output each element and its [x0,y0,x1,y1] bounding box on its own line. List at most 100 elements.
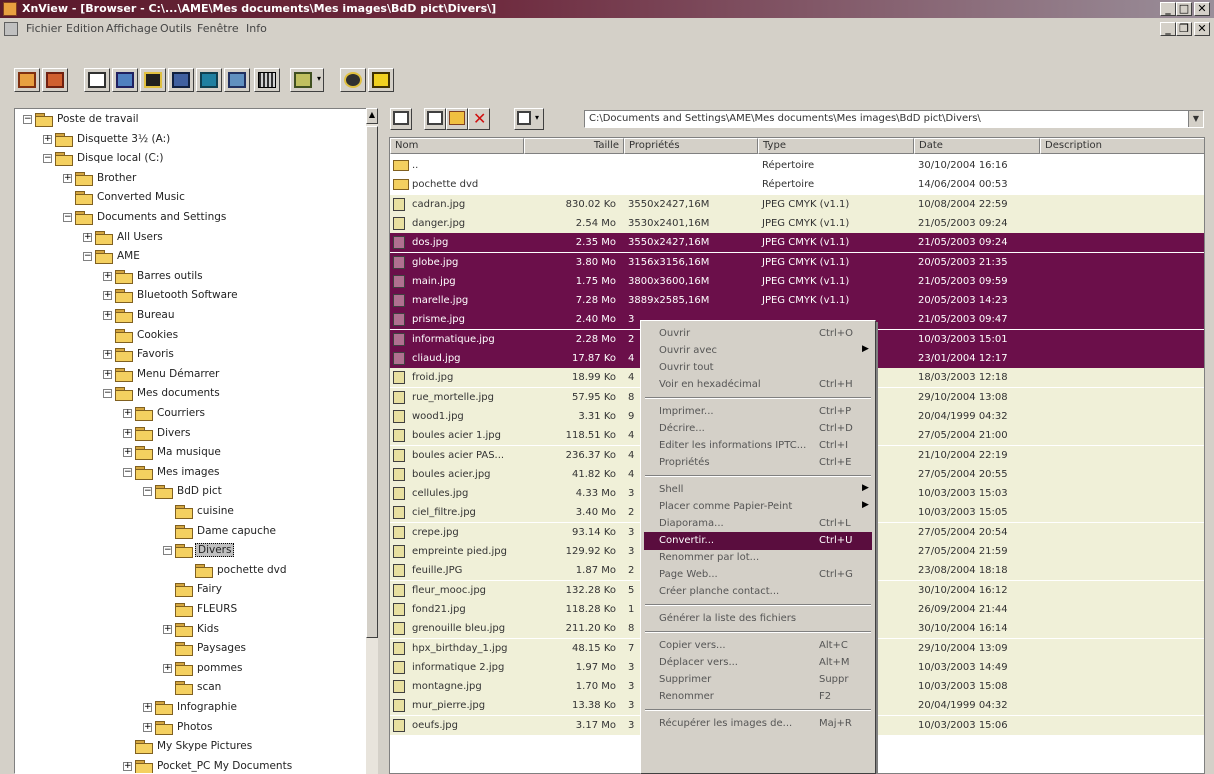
tree-scrollbar[interactable]: ▲ [366,108,378,774]
expand-icon[interactable]: + [123,761,132,771]
collapse-icon[interactable]: − [103,389,112,399]
expand-icon[interactable]: + [103,271,112,281]
maximize-button[interactable]: □ [1176,2,1192,16]
context-menu-item[interactable]: Voir en hexadécimal Ctrl+H [644,376,872,394]
column-name[interactable]: Nom [390,138,524,154]
refresh-button[interactable] [424,108,446,130]
file-row[interactable]: danger.jpg 2.54 Mo 3530x2401,16M JPEG CMYK … [390,213,1204,233]
context-menu-item[interactable]: Imprimer... Ctrl+P [644,403,872,421]
tree-item[interactable]: + Brother [15,170,365,188]
tree-item[interactable]: + Bureau [15,307,365,325]
file-row[interactable]: main.jpg 1.75 Mo 3800x3600,16M JPEG CMYK (v… [390,271,1204,291]
path-combobox[interactable]: C:\Documents and Settings\AME\Mes docume… [584,110,1204,128]
context-menu-item[interactable]: Générer la liste des fichiers [644,610,872,628]
context-menu-item[interactable]: Ouvrir tout [644,359,872,377]
tree-item[interactable]: − Divers [15,542,365,560]
menu-info[interactable]: Info [246,22,267,35]
expand-icon[interactable]: + [123,409,132,418]
context-menu-item[interactable]: Ouvrir Ctrl+O [644,325,872,343]
tree-item[interactable]: + Bluetooth Software [15,287,365,305]
expand-icon[interactable]: + [103,350,112,360]
collapse-icon[interactable]: − [163,546,172,556]
list-scrollbar[interactable] [1205,137,1214,774]
context-menu-item[interactable]: Récupérer les images de... Maj+R [644,715,872,733]
tree-item[interactable]: + Barres outils [15,268,365,286]
child-minimize-button[interactable]: _ [1160,22,1176,36]
menu-edition[interactable]: Edition [66,22,104,35]
context-menu-item[interactable]: Shell ▶ [644,481,872,499]
context-menu-item[interactable]: Page Web... Ctrl+G [644,566,872,584]
tree-item[interactable]: − AME [15,248,365,266]
context-menu-item[interactable]: Convertir... Ctrl+U [644,532,872,550]
tree-item[interactable]: scan [15,679,365,697]
tree-item[interactable]: Paysages [15,640,365,658]
collapse-icon[interactable]: − [143,487,152,497]
menu-fenetre[interactable]: Fenêtre [197,22,239,35]
context-menu-item[interactable]: Editer les informations IPTC... Ctrl+I [644,437,872,455]
context-menu-item[interactable]: Créer planche contact... [644,583,872,601]
tree-item[interactable]: + Favoris [15,346,365,364]
column-date[interactable]: Date [914,138,1040,154]
tree-item[interactable]: − Disque local (C:) [15,150,365,168]
tree-item[interactable]: Converted Music [15,189,365,207]
file-row[interactable]: pochette dvd Répertoire 14/06/2004 00:53 [390,175,1204,195]
tree-item[interactable]: + Photos [15,719,365,737]
tree-item[interactable]: − BdD pict [15,483,365,501]
expand-icon[interactable]: + [83,232,92,242]
tree-item[interactable]: FLEURS [15,601,365,619]
slideshow-button[interactable] [168,68,194,92]
menu-outils[interactable]: Outils [160,22,192,35]
scrollbar-thumb[interactable] [366,126,378,638]
convert-button[interactable] [196,68,222,92]
view-mode-button[interactable]: ▾ [290,68,324,92]
context-menu-item[interactable]: Renommer par lot... [644,549,872,567]
expand-icon[interactable]: + [103,369,112,379]
tree-item[interactable]: − Poste de travail [15,111,365,129]
collapse-icon[interactable]: − [123,467,132,477]
context-menu-item[interactable]: Propriétés Ctrl+E [644,454,872,472]
contact-sheet-button[interactable] [254,68,280,92]
expand-icon[interactable]: + [143,703,152,712]
browser-view-button[interactable] [14,68,40,92]
view-button[interactable] [42,68,68,92]
tree-item[interactable]: − Documents and Settings [15,209,365,227]
collapse-icon[interactable]: − [43,154,52,164]
column-size[interactable]: Taille [524,138,624,154]
tree-item[interactable]: pochette dvd [15,562,365,580]
tree-item[interactable]: + Pocket_PC My Documents [15,758,365,773]
context-menu-item[interactable]: Placer comme Papier-Peint ▶ [644,498,872,516]
context-menu-item[interactable]: Décrire... Ctrl+D [644,420,872,438]
tree-item[interactable]: + Disquette 3½ (A:) [15,131,365,149]
tree-item[interactable]: + All Users [15,229,365,247]
chevron-down-icon[interactable]: ▼ [1188,111,1203,127]
expand-icon[interactable]: + [123,448,132,458]
expand-icon[interactable]: + [123,428,132,438]
tree-item[interactable]: + Divers [15,425,365,443]
column-properties[interactable]: Propriétés [624,138,758,154]
column-description[interactable]: Description [1040,138,1204,154]
collapse-icon[interactable]: − [63,213,72,222]
rename-button[interactable] [446,108,468,130]
file-row[interactable]: .. Répertoire 30/10/2004 16:16 [390,156,1204,175]
folder-tree[interactable]: − Poste de travail + Disquette 3½ (A:) − Disq… [14,108,376,774]
context-menu-item[interactable]: Déplacer vers... Alt+M [644,654,872,672]
delete-button[interactable]: ✕ [468,108,490,130]
menu-affichage[interactable]: Affichage [106,22,158,35]
expand-icon[interactable]: + [43,134,52,144]
expand-icon[interactable]: + [103,291,112,301]
parent-folder-button[interactable] [390,108,412,130]
tree-item[interactable]: − Mes images [15,464,365,482]
context-menu-item[interactable]: Ouvrir avec ▶ [644,342,872,360]
tree-item[interactable]: Cookies [15,327,365,345]
expand-icon[interactable]: + [103,311,112,320]
tree-item[interactable]: − Mes documents [15,385,365,403]
tree-item[interactable]: + Kids [15,621,365,639]
print-button[interactable] [84,68,110,92]
column-type[interactable]: Type [758,138,914,154]
capture-button[interactable] [140,68,166,92]
tree-item[interactable]: + pommes [15,660,365,678]
menu-fichier[interactable]: Fichier [26,22,62,35]
scan-button[interactable] [112,68,138,92]
tree-item[interactable]: My Skype Pictures [15,738,365,756]
expand-icon[interactable]: + [163,663,172,673]
